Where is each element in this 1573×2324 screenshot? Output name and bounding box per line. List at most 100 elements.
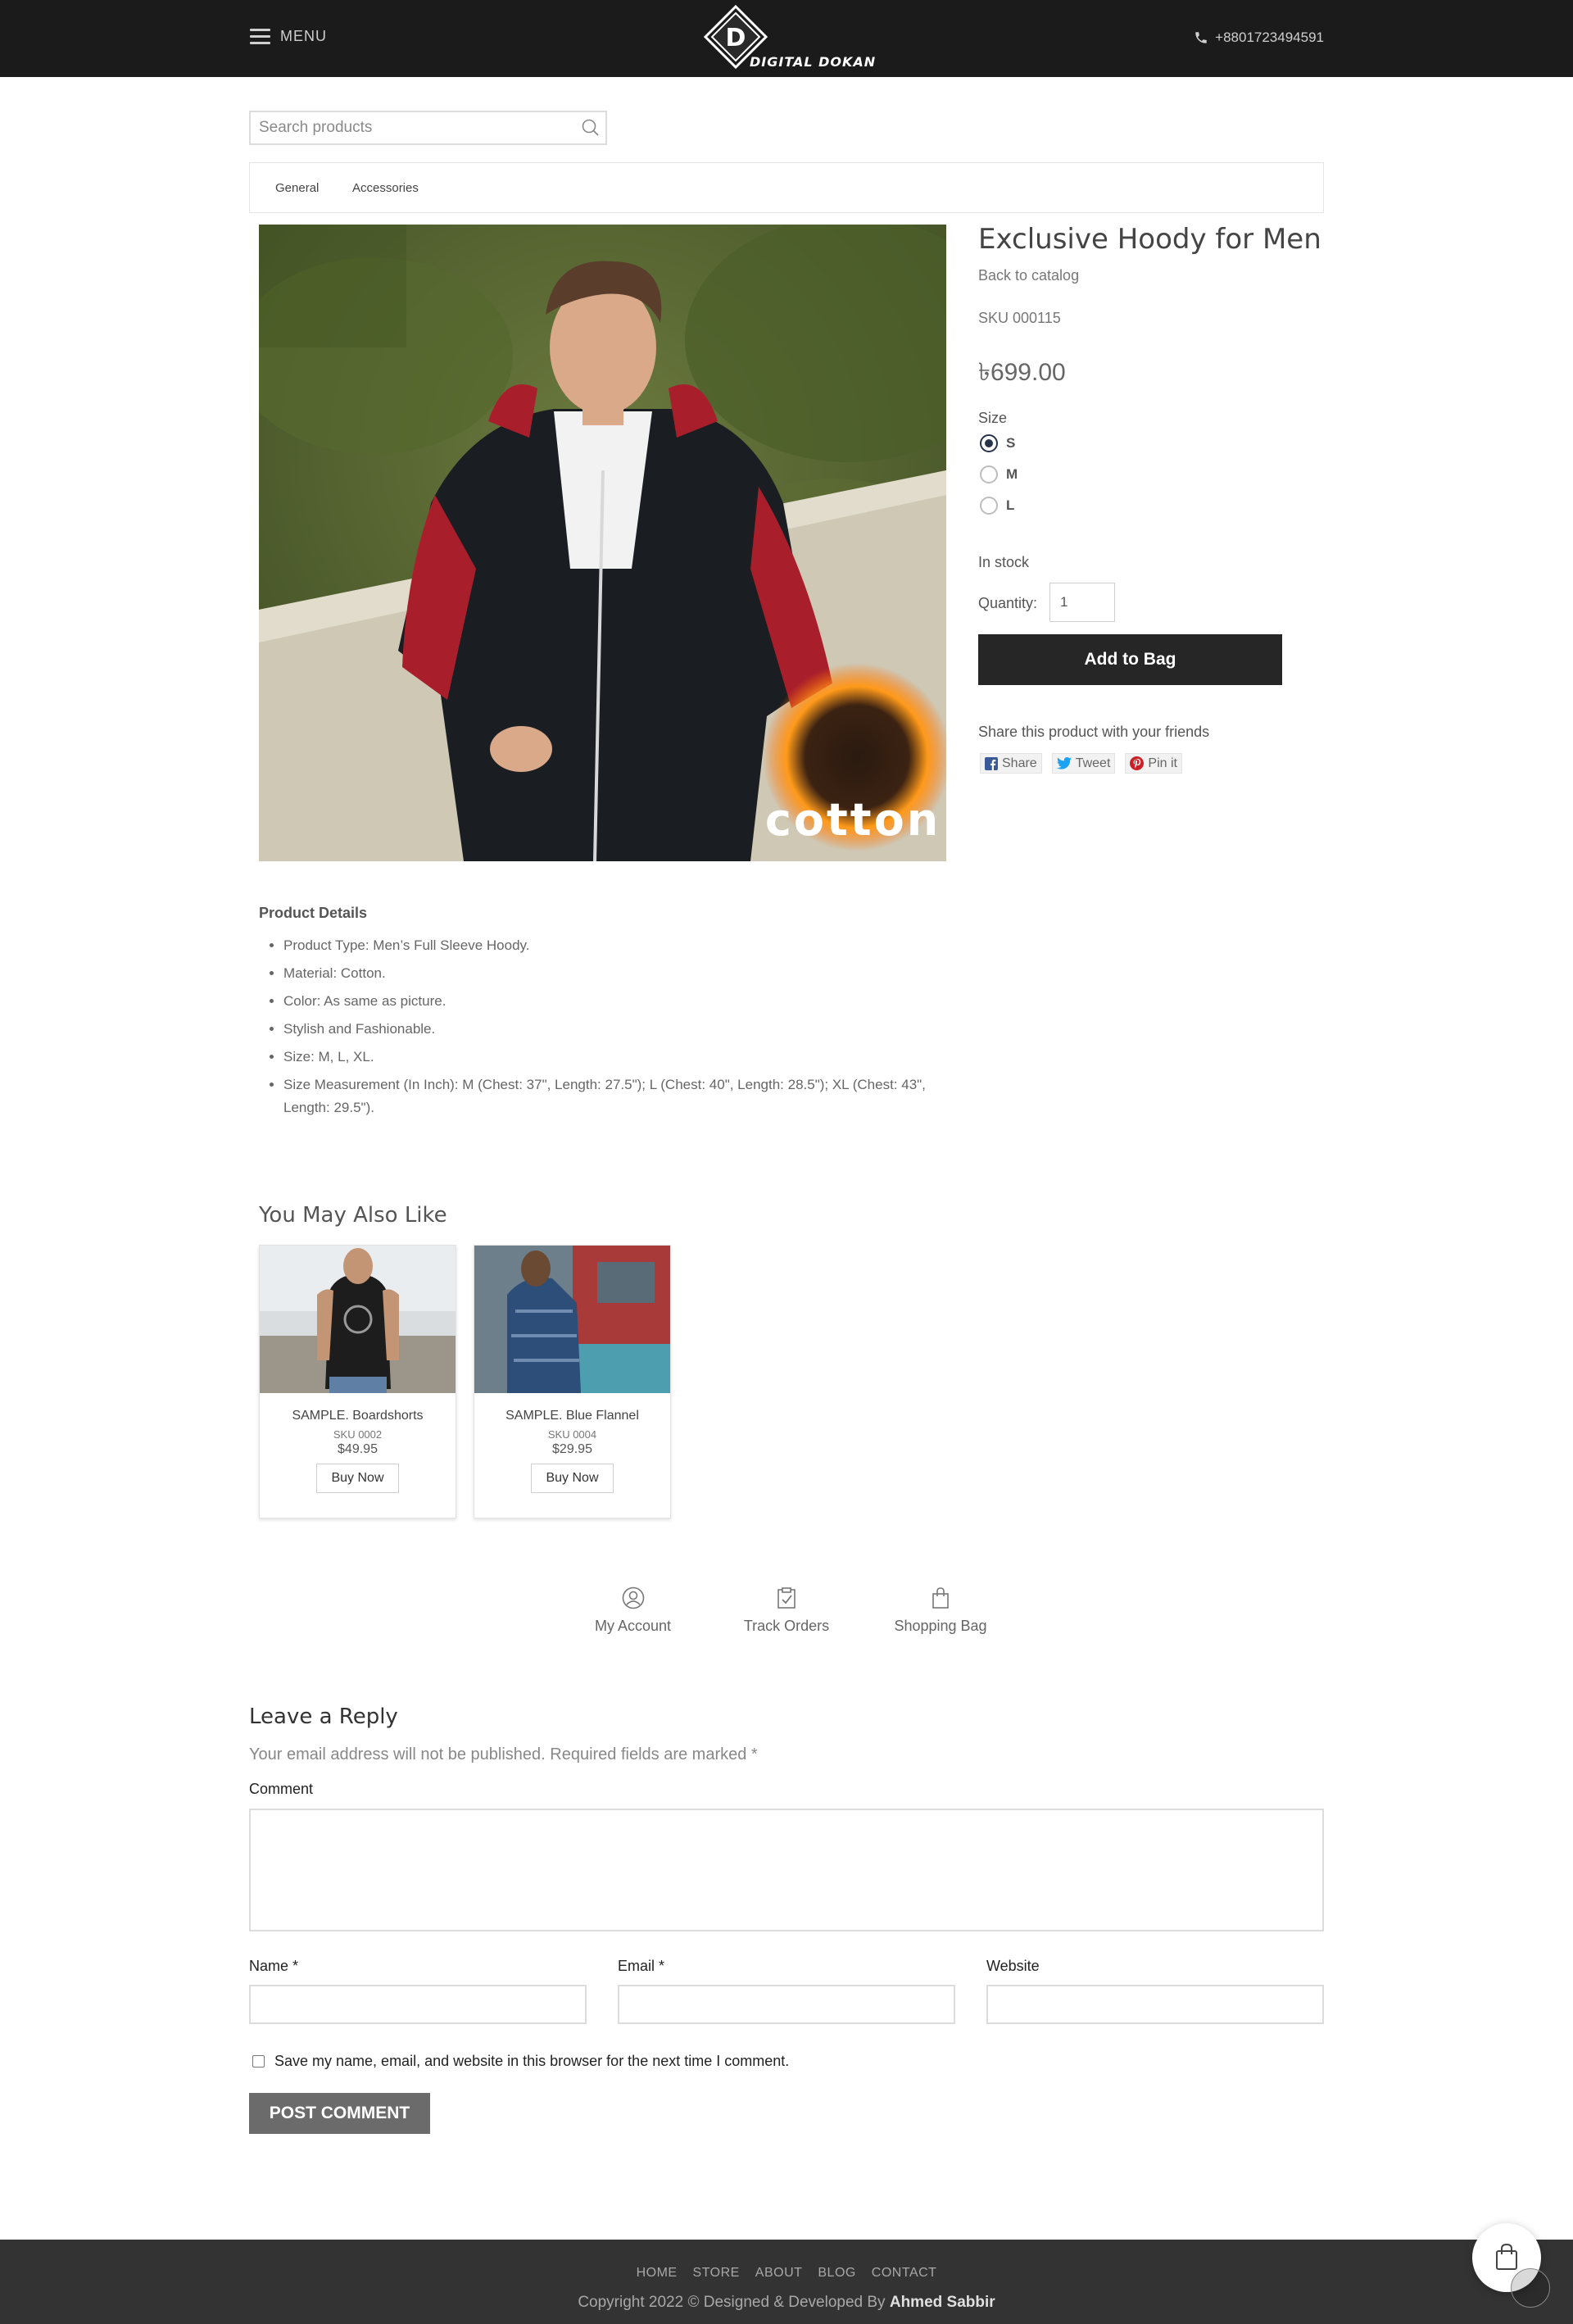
share-button-label: Tweet — [1075, 756, 1111, 770]
user-icon — [622, 1586, 644, 1609]
related-product-price: $49.95 — [338, 1442, 378, 1456]
list-item: Size Measurement (In Inch): M (Chest: 37… — [283, 1073, 931, 1119]
save-info-checkbox[interactable] — [252, 2055, 265, 2068]
radio-selected-icon[interactable] — [980, 434, 998, 452]
scroll-to-top-button[interactable] — [1511, 2268, 1550, 2308]
track-orders-link[interactable]: Track Orders — [737, 1586, 836, 1635]
size-label: Size — [978, 410, 1008, 426]
shopping-bag-link[interactable]: Shopping Bag — [887, 1586, 994, 1635]
size-option-m[interactable]: M — [980, 465, 1018, 483]
buy-now-button[interactable]: Buy Now — [531, 1464, 614, 1493]
copyright-text: Copyright 2022 © Designed & Developed By — [578, 2294, 886, 2311]
footer-link-contact[interactable]: CONTACT — [872, 2266, 937, 2280]
clipboard-check-icon — [777, 1587, 796, 1609]
category-bar: General Accessories — [249, 162, 1324, 213]
category-accessories[interactable]: Accessories — [352, 181, 419, 195]
twitter-share-button[interactable]: Tweet — [1051, 753, 1116, 774]
site-logo[interactable]: D DIGITAL DOKAN — [700, 2, 877, 75]
quantity-input[interactable] — [1049, 583, 1115, 622]
size-option-label: M — [1006, 466, 1018, 482]
product-image[interactable]: cotton — [259, 225, 946, 861]
product-price: ৳699.00 — [978, 359, 1066, 386]
pinterest-icon — [1130, 756, 1145, 770]
related-product-card[interactable]: SAMPLE. Blue Flannel SKU 0004 $29.95 Buy… — [474, 1245, 671, 1518]
save-info-row: Save my name, email, and website in this… — [252, 2053, 789, 2070]
site-footer: HOME STORE ABOUT BLOG CONTACT Copyright … — [0, 2240, 1573, 2324]
pinterest-share-button[interactable]: Pin it — [1125, 753, 1182, 774]
add-to-bag-button[interactable]: Add to Bag — [978, 634, 1282, 685]
size-option-label: L — [1006, 497, 1015, 513]
phone-link[interactable]: +8801723494591 — [1194, 30, 1324, 46]
radio-icon[interactable] — [980, 497, 998, 515]
footer-link-about[interactable]: ABOUT — [755, 2266, 803, 2280]
stock-status: In stock — [978, 554, 1030, 570]
size-option-s[interactable]: S — [980, 434, 1015, 452]
my-account-link[interactable]: My Account — [590, 1586, 676, 1635]
shopping-bag-label: Shopping Bag — [894, 1618, 987, 1634]
search-input[interactable] — [251, 112, 562, 143]
buy-now-button[interactable]: Buy Now — [316, 1464, 399, 1493]
track-orders-label: Track Orders — [743, 1618, 830, 1634]
website-field[interactable] — [986, 1985, 1324, 2024]
website-label: Website — [986, 1958, 1040, 1974]
share-label: Share this product with your friends — [978, 724, 1210, 740]
menu-button[interactable]: MENU — [250, 28, 327, 45]
email-field[interactable] — [618, 1985, 955, 2024]
comment-label: Comment — [249, 1781, 314, 1797]
category-general[interactable]: General — [275, 181, 319, 195]
name-label: Name * — [249, 1958, 299, 1974]
footer-link-store[interactable]: STORE — [693, 2266, 740, 2280]
search-box — [249, 111, 607, 145]
site-header: MENU D DIGITAL DOKAN +8801723494591 — [0, 0, 1573, 77]
footer-link-home[interactable]: HOME — [637, 2266, 678, 2280]
reply-note: Your email address will not be published… — [249, 1745, 758, 1763]
list-item: Product Type: Men’s Full Sleeve Hoody. — [283, 934, 931, 957]
comment-textarea[interactable] — [249, 1809, 1324, 1931]
logo-letter: D — [726, 24, 746, 52]
list-item: Color: As same as picture. — [283, 990, 931, 1013]
phone-icon — [1195, 32, 1207, 43]
footer-link-blog[interactable]: BLOG — [818, 2266, 855, 2280]
related-product-sku: SKU 0002 — [333, 1428, 383, 1441]
name-field[interactable] — [249, 1985, 587, 2024]
menu-label: MENU — [280, 28, 327, 44]
radio-icon[interactable] — [980, 465, 998, 483]
quantity-label: Quantity: — [978, 595, 1038, 611]
related-product-sku: SKU 0004 — [547, 1428, 597, 1441]
email-label: Email * — [618, 1958, 665, 1974]
author-link[interactable]: Ahmed Sabbir — [890, 2294, 995, 2311]
my-account-label: My Account — [594, 1618, 672, 1634]
facebook-icon — [985, 756, 998, 770]
save-info-label: Save my name, email, and website in this… — [274, 2053, 790, 2069]
copyright: Copyright 2022 © Designed & Developed By… — [0, 2294, 1573, 2312]
related-product-image[interactable] — [260, 1246, 456, 1393]
phone-number: +8801723494591 — [1215, 30, 1324, 45]
product-details-list: Product Type: Men’s Full Sleeve Hoody. M… — [283, 934, 931, 1124]
list-item: Stylish and Fashionable. — [283, 1018, 931, 1041]
cotton-badge-text: cotton — [765, 794, 941, 846]
related-product-name[interactable]: SAMPLE. Boardshorts — [260, 1409, 456, 1423]
logo-text: DIGITAL DOKAN — [750, 54, 877, 70]
related-product-price: $29.95 — [552, 1442, 592, 1456]
related-product-card[interactable]: SAMPLE. Boardshorts SKU 0002 $49.95 Buy … — [259, 1245, 456, 1518]
size-option-label: S — [1006, 435, 1016, 451]
reply-heading: Leave a Reply — [249, 1704, 398, 1729]
share-button-label: Pin it — [1148, 756, 1177, 770]
product-sku: SKU 000115 — [978, 310, 1061, 326]
product-title: Exclusive Hoody for Men — [978, 223, 1321, 256]
related-product-image[interactable] — [474, 1246, 670, 1393]
back-to-catalog-link[interactable]: Back to catalog — [978, 267, 1079, 284]
hamburger-icon — [250, 28, 270, 45]
size-option-l[interactable]: L — [980, 497, 1014, 515]
footer-nav: HOME STORE ABOUT BLOG CONTACT — [0, 2266, 1573, 2281]
shopping-bag-icon — [932, 1587, 949, 1609]
facebook-share-button[interactable]: Share — [980, 753, 1042, 774]
related-product-name[interactable]: SAMPLE. Blue Flannel — [474, 1409, 670, 1423]
search-icon[interactable] — [579, 117, 601, 138]
related-heading: You May Also Like — [259, 1203, 447, 1228]
share-buttons: Share Tweet Pin it — [980, 753, 1182, 774]
list-item: Material: Cotton. — [283, 962, 931, 985]
product-details-heading: Product Details — [259, 905, 368, 921]
twitter-icon — [1056, 757, 1072, 769]
post-comment-button[interactable]: POST COMMENT — [249, 2093, 430, 2134]
